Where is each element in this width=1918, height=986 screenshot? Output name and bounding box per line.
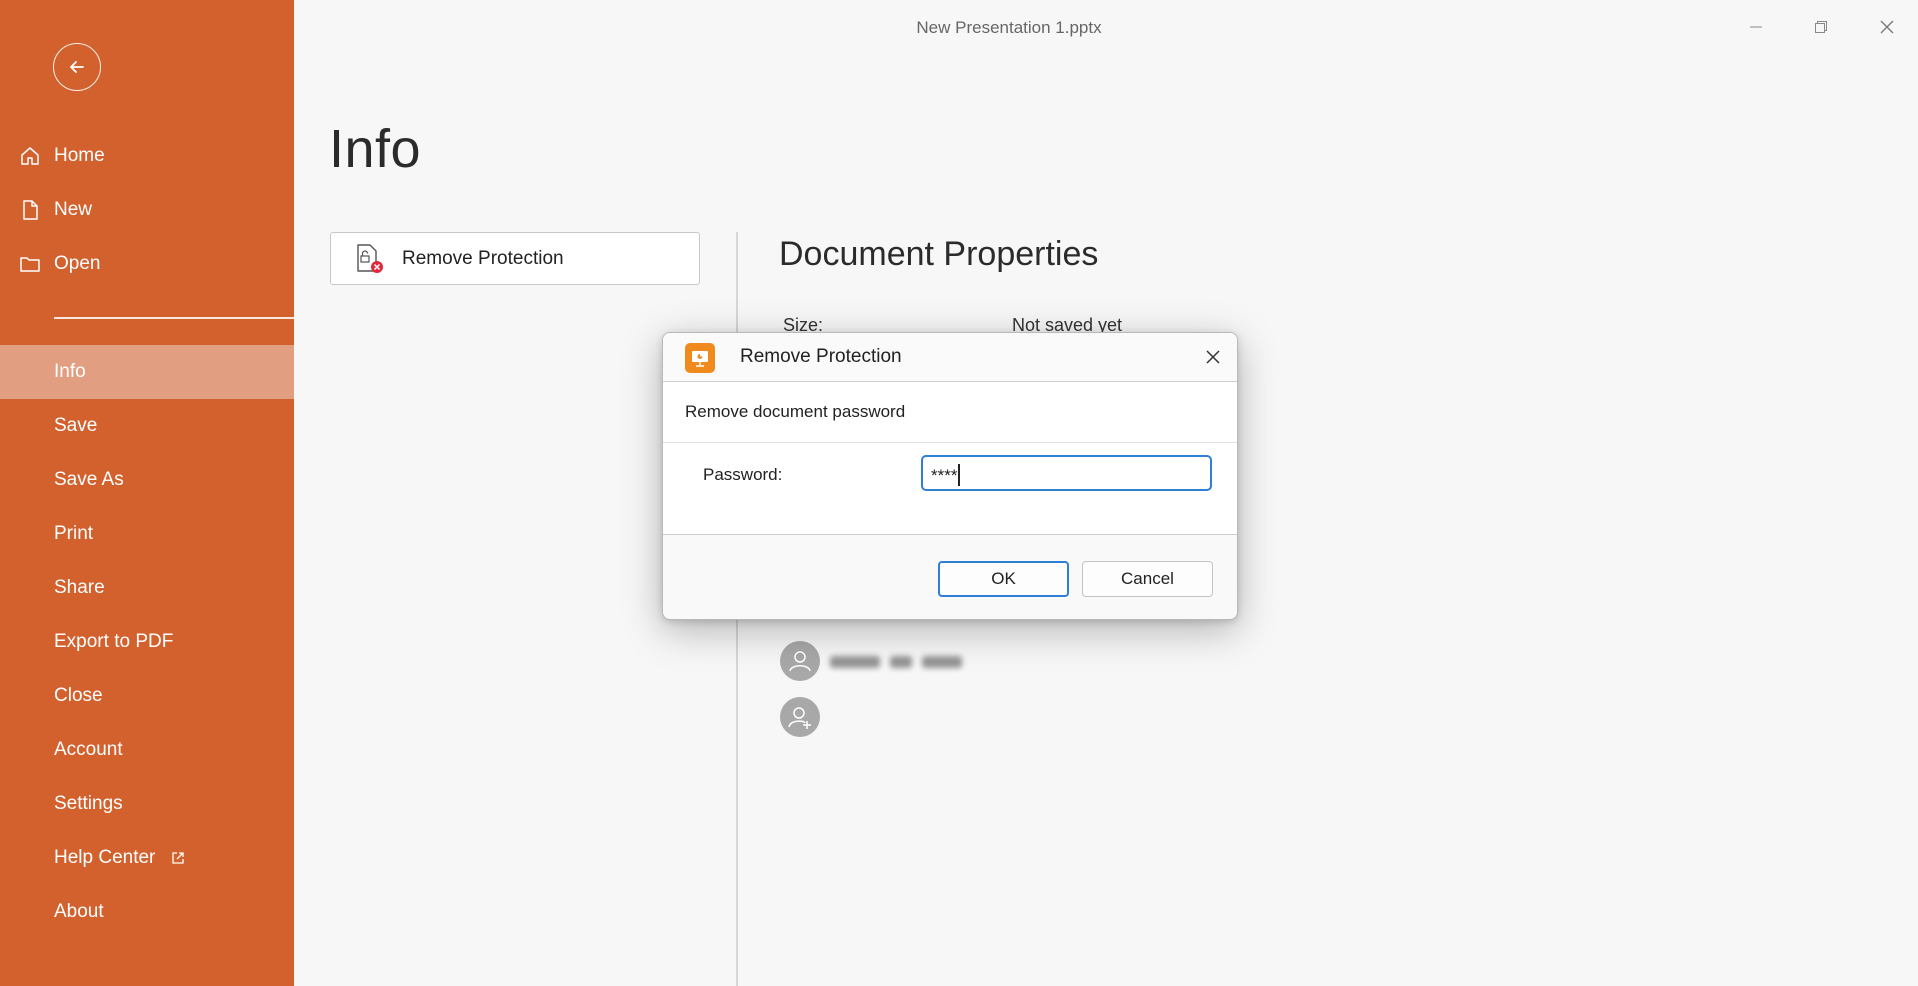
folder-icon bbox=[18, 253, 42, 275]
close-icon bbox=[1206, 350, 1220, 364]
home-icon bbox=[18, 145, 42, 167]
sidebar-item-close[interactable]: Close bbox=[0, 669, 294, 723]
dialog-close-button[interactable] bbox=[1197, 341, 1229, 373]
sidebar-item-account[interactable]: Account bbox=[0, 723, 294, 777]
minimize-button[interactable] bbox=[1738, 12, 1774, 42]
external-link-icon bbox=[172, 852, 184, 864]
sidebar-divider bbox=[54, 317, 294, 319]
sidebar-item-label: About bbox=[54, 901, 104, 922]
sidebar-item-save-as[interactable]: Save As bbox=[0, 453, 294, 507]
password-label: Password: bbox=[703, 465, 783, 484]
dialog-subtitle: Remove document password bbox=[685, 402, 906, 421]
restore-button[interactable] bbox=[1803, 12, 1839, 42]
sidebar-item-label: Account bbox=[54, 739, 123, 760]
back-arrow-icon bbox=[70, 61, 84, 73]
sidebar-item-label: Save bbox=[54, 415, 98, 436]
sidebar-item-info[interactable]: Info bbox=[0, 345, 294, 399]
sidebar-item-label: Help Center bbox=[54, 847, 156, 868]
back-button[interactable] bbox=[53, 43, 101, 91]
sidebar-item-save[interactable]: Save bbox=[0, 399, 294, 453]
sidebar-item-open[interactable]: Open bbox=[0, 237, 294, 291]
sidebar-item-export-pdf[interactable]: Export to PDF bbox=[0, 615, 294, 669]
remove-protection-dialog: Remove Protection Remove document passwo… bbox=[662, 332, 1238, 620]
sidebar-item-settings[interactable]: Settings bbox=[0, 777, 294, 831]
sidebar-item-label: Share bbox=[54, 577, 105, 598]
cancel-button[interactable]: Cancel bbox=[1082, 561, 1213, 597]
dialog-subheader: Remove document password bbox=[663, 382, 1237, 443]
page-title: Info bbox=[329, 119, 422, 179]
document-properties-title: Document Properties bbox=[779, 235, 1099, 273]
user-avatar bbox=[780, 641, 820, 681]
window-close-button[interactable] bbox=[1869, 12, 1905, 42]
sidebar-item-about[interactable]: About bbox=[0, 885, 294, 939]
add-author-button[interactable] bbox=[780, 697, 820, 737]
sidebar-item-label-wrap: Help Center bbox=[54, 847, 185, 869]
close-icon bbox=[1880, 20, 1894, 34]
remove-protection-label: Remove Protection bbox=[402, 248, 564, 269]
user-icon bbox=[789, 651, 811, 672]
window-title: New Presentation 1.pptx bbox=[916, 18, 1102, 37]
sidebar-item-label: New bbox=[54, 199, 93, 220]
unlock-document-icon bbox=[355, 243, 385, 280]
sidebar-item-label: Home bbox=[54, 145, 105, 166]
sidebar-item-home[interactable]: Home bbox=[0, 129, 294, 183]
restore-icon bbox=[1815, 21, 1827, 33]
add-user-icon bbox=[788, 707, 811, 729]
dialog-header: Remove Protection bbox=[663, 333, 1237, 382]
sidebar-item-new[interactable]: New bbox=[0, 183, 294, 237]
sidebar-item-label: Save As bbox=[54, 469, 124, 490]
sidebar-item-share[interactable]: Share bbox=[0, 561, 294, 615]
minimize-icon bbox=[1750, 26, 1762, 28]
file-icon bbox=[18, 199, 42, 221]
password-input[interactable] bbox=[921, 455, 1212, 491]
sidebar-item-label: Print bbox=[54, 523, 94, 544]
sidebar-item-help-center[interactable]: Help Center bbox=[0, 831, 294, 885]
remove-protection-button[interactable]: Remove Protection bbox=[330, 232, 700, 285]
sidebar: Home New Open Info Save Save As Print Sh… bbox=[0, 0, 294, 986]
dialog-title: Remove Protection bbox=[740, 346, 902, 367]
sidebar-item-label: Info bbox=[54, 361, 86, 382]
dialog-body: Password: **** bbox=[663, 443, 1237, 535]
sidebar-item-label: Close bbox=[54, 685, 103, 706]
ok-button[interactable]: OK bbox=[938, 561, 1069, 597]
sidebar-item-label: Open bbox=[54, 253, 101, 274]
blurred-author-name bbox=[830, 651, 985, 673]
sidebar-item-label: Settings bbox=[54, 793, 123, 814]
sidebar-item-print[interactable]: Print bbox=[0, 507, 294, 561]
presentation-app-icon bbox=[685, 343, 715, 373]
sidebar-item-label: Export to PDF bbox=[54, 631, 174, 652]
